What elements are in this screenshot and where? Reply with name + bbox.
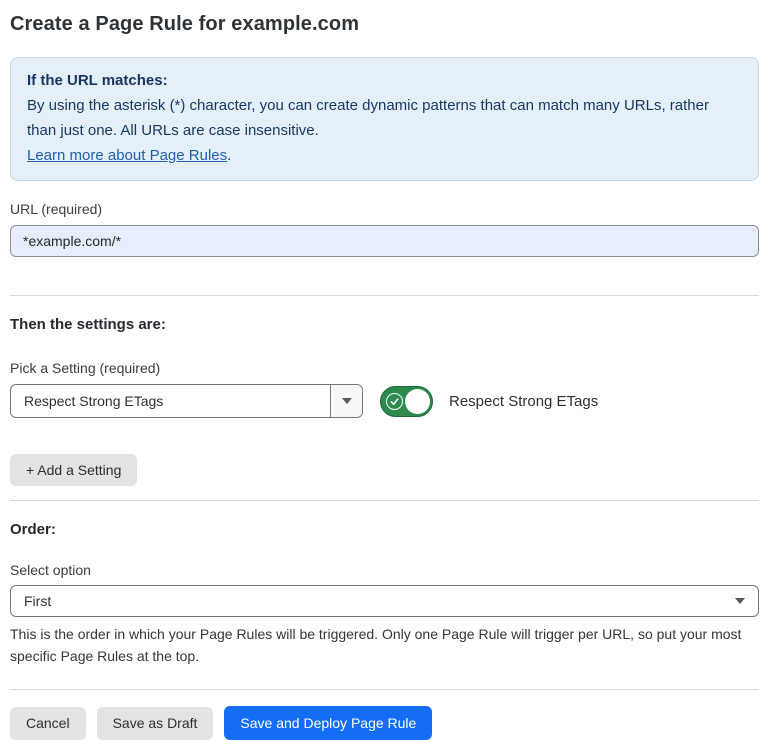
url-input[interactable]: [10, 225, 759, 257]
chevron-down-icon: [342, 398, 352, 404]
url-match-info-box: If the URL matches: By using the asteris…: [10, 57, 759, 181]
save-draft-button[interactable]: Save as Draft: [97, 707, 214, 740]
order-help-text: This is the order in which your Page Rul…: [10, 623, 750, 667]
page-title: Create a Page Rule for example.com: [10, 13, 759, 36]
info-box-link-line: Learn more about Page Rules.: [27, 143, 742, 168]
order-select-label: Select option: [10, 562, 759, 578]
info-box-body: By using the asterisk (*) character, you…: [27, 93, 742, 143]
info-box-heading: If the URL matches:: [27, 68, 742, 93]
section-divider: [10, 500, 759, 501]
setting-row: Respect Strong ETags Respect Strong ETag…: [10, 384, 759, 418]
cancel-button[interactable]: Cancel: [10, 707, 86, 740]
order-select-caret-holder: [735, 598, 758, 604]
order-section-heading: Order:: [10, 521, 759, 538]
order-select-value: First: [11, 593, 735, 609]
settings-section-heading: Then the settings are:: [10, 316, 759, 333]
section-divider: [10, 295, 759, 296]
link-suffix: .: [227, 147, 231, 164]
learn-more-link[interactable]: Learn more about Page Rules: [27, 147, 227, 164]
toggle-label: Respect Strong ETags: [449, 393, 598, 410]
check-circle-icon: [386, 393, 403, 410]
setting-select[interactable]: Respect Strong ETags: [10, 384, 363, 418]
url-field-label: URL (required): [10, 201, 759, 217]
chevron-down-icon: [735, 598, 745, 604]
respect-strong-etags-toggle[interactable]: [380, 386, 433, 417]
setting-select-value: Respect Strong ETags: [11, 393, 330, 409]
order-select[interactable]: First: [10, 585, 759, 617]
setting-select-arrow-button[interactable]: [330, 385, 362, 417]
save-deploy-button[interactable]: Save and Deploy Page Rule: [224, 706, 432, 740]
toggle-knob[interactable]: [405, 389, 430, 414]
pick-setting-label: Pick a Setting (required): [10, 360, 759, 376]
check-icon: [390, 397, 399, 406]
action-buttons: Cancel Save as Draft Save and Deploy Pag…: [10, 706, 759, 740]
section-divider: [10, 689, 759, 690]
add-setting-button[interactable]: + Add a Setting: [10, 454, 137, 486]
